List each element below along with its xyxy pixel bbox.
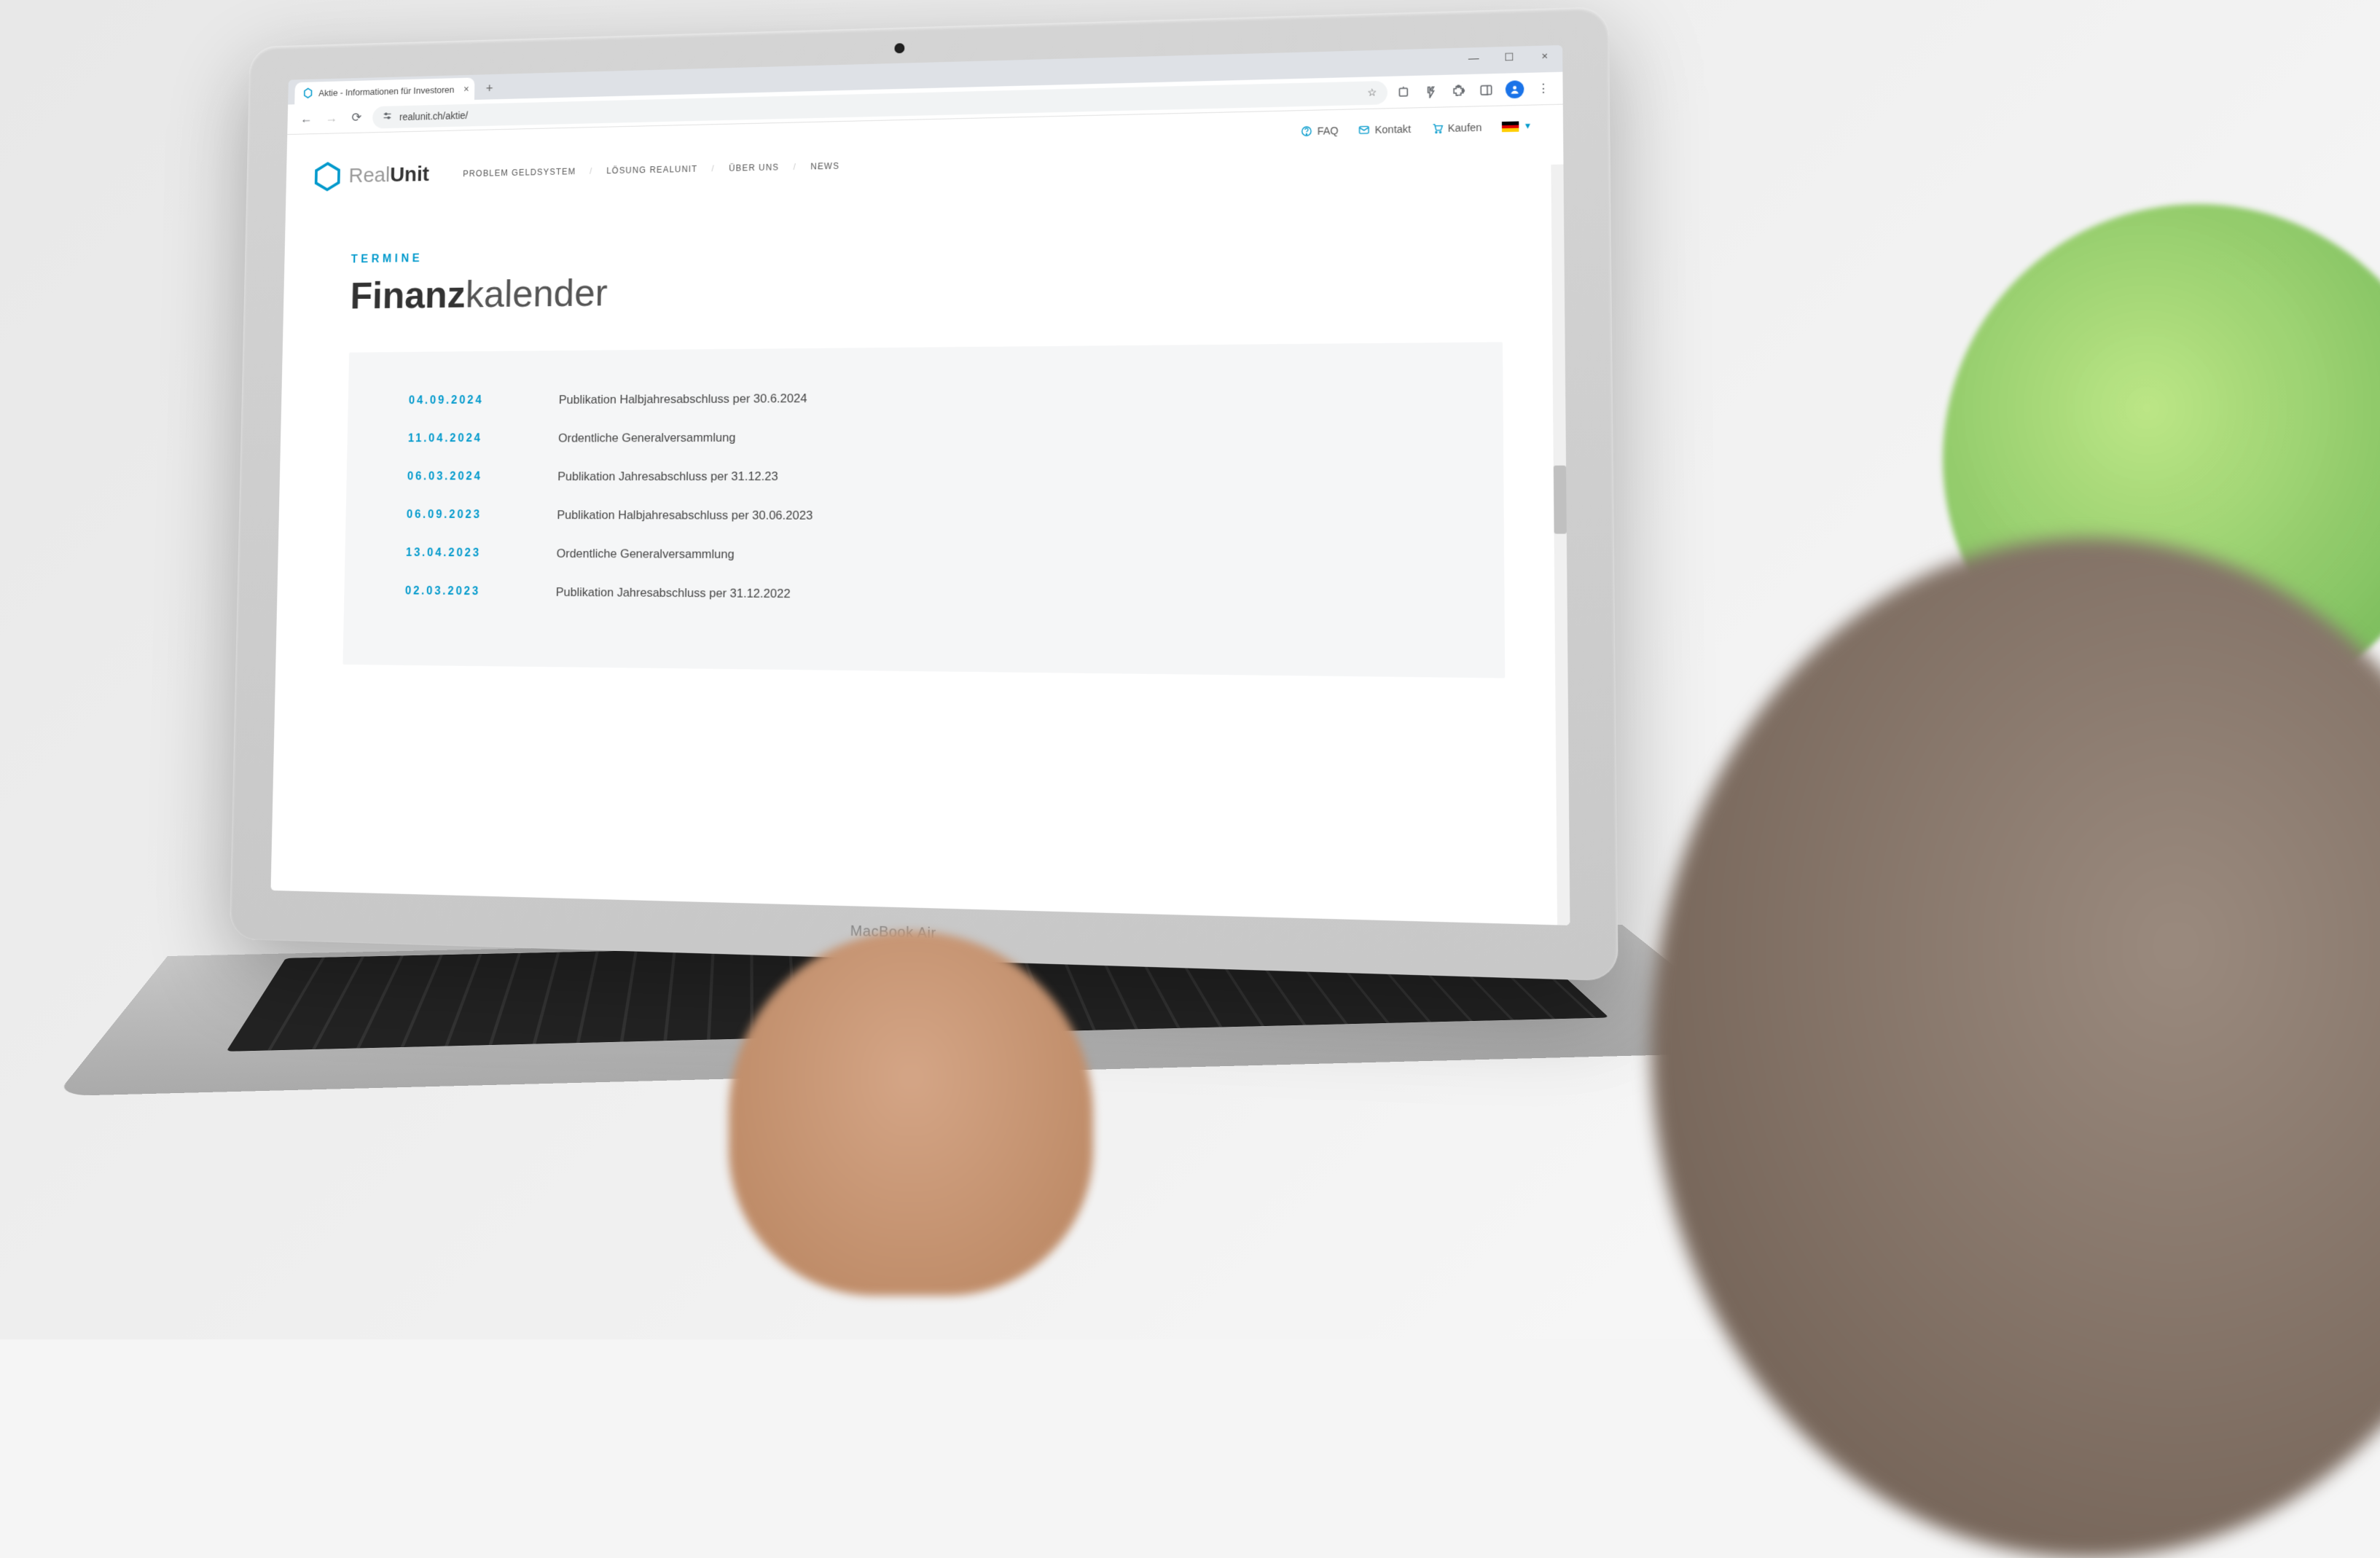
laptop-bezel: MacBook Air Aktie - Informationen für In… xyxy=(230,7,1618,981)
mail-icon xyxy=(1358,124,1371,136)
calendar-date: 13.04.2023 xyxy=(406,547,509,560)
chevron-down-icon: ▼ xyxy=(1524,122,1532,131)
help-icon xyxy=(1301,125,1313,137)
scroll-thumb[interactable] xyxy=(1554,466,1567,534)
kontakt-link[interactable]: Kontakt xyxy=(1358,123,1412,136)
extensions-puzzle-icon[interactable] xyxy=(1450,82,1467,99)
extension-icon-1[interactable] xyxy=(1395,84,1412,101)
laptop-camera xyxy=(894,43,904,53)
browser-tab[interactable]: Aktie - Informationen für Investoren × xyxy=(294,77,474,104)
kontakt-label: Kontakt xyxy=(1375,123,1412,136)
bookmark-star-icon[interactable]: ☆ xyxy=(1367,86,1377,98)
main-nav: PROBLEM GELDSYSTEM / LÖSUNG REALUNIT / Ü… xyxy=(463,161,839,179)
calendar-date: 06.03.2024 xyxy=(407,471,510,484)
page-content: FAQ Kontakt Kaufen ▼ xyxy=(271,105,1570,925)
cart-icon xyxy=(1431,122,1444,135)
page-heading: Finanzkalender xyxy=(350,258,1503,318)
maximize-button[interactable]: ☐ xyxy=(1491,46,1527,68)
calendar-row: 13.04.2023 Ordentliche Generalversammlun… xyxy=(406,546,1434,565)
back-button[interactable]: ← xyxy=(297,109,316,129)
calendar-row: 06.09.2023 Publikation Halbjahresabschlu… xyxy=(407,508,1434,525)
site-logo[interactable]: RealUnit xyxy=(313,159,429,192)
calendar-desc: Ordentliche Generalversammlung xyxy=(558,431,736,445)
new-tab-button[interactable]: + xyxy=(479,78,498,98)
kaufen-link[interactable]: Kaufen xyxy=(1431,122,1482,135)
calendar-row: 11.04.2024 Ordentliche Generalversammlun… xyxy=(408,428,1434,446)
logo-text: RealUnit xyxy=(348,163,429,188)
window-controls: — ☐ × xyxy=(1456,45,1562,68)
decorative-hand xyxy=(729,931,1093,1296)
side-panel-icon[interactable] xyxy=(1478,82,1495,98)
tab-title: Aktie - Informationen für Investoren xyxy=(318,84,455,98)
nav-problem[interactable]: PROBLEM GELDSYSTEM xyxy=(463,167,576,179)
profile-avatar[interactable] xyxy=(1506,80,1524,98)
calendar-desc: Publikation Halbjahresabschluss per 30.6… xyxy=(559,391,807,407)
tab-close-icon[interactable]: × xyxy=(463,83,469,94)
main-content: TERMINE Finanzkalender 04.09.2024 Publik… xyxy=(275,182,1568,694)
nav-news[interactable]: NEWS xyxy=(810,161,839,172)
calendar-desc: Publikation Halbjahresabschluss per 30.0… xyxy=(557,508,813,522)
laptop: MacBook Air Aktie - Informationen für In… xyxy=(230,7,1618,981)
calendar-row: 04.09.2024 Publikation Halbjahresabschlu… xyxy=(409,388,1433,408)
kebab-menu-icon[interactable]: ⋮ xyxy=(1535,80,1552,97)
calendar-date: 02.03.2023 xyxy=(405,585,508,599)
decorative-person xyxy=(1651,538,2380,1558)
calendar-row: 02.03.2023 Publikation Jahresabschluss p… xyxy=(405,584,1435,606)
logo-hexagon-icon xyxy=(313,161,342,192)
favicon-icon xyxy=(302,87,313,98)
calendar-date: 11.04.2024 xyxy=(408,432,510,445)
faq-label: FAQ xyxy=(1318,125,1339,137)
minimize-button[interactable]: — xyxy=(1456,47,1492,69)
language-selector[interactable]: ▼ xyxy=(1502,121,1532,132)
site-info-icon[interactable] xyxy=(382,110,393,123)
reload-button[interactable]: ⟳ xyxy=(347,108,366,128)
flag-de-icon xyxy=(1502,121,1519,132)
calendar-desc: Ordentliche Generalversammlung xyxy=(556,547,734,562)
screen: Aktie - Informationen für Investoren × +… xyxy=(271,45,1570,925)
scene: MacBook Air Aktie - Informationen für In… xyxy=(0,0,2380,1339)
nav-divider: / xyxy=(590,166,592,176)
faq-link[interactable]: FAQ xyxy=(1301,125,1339,137)
kaufen-label: Kaufen xyxy=(1448,122,1482,134)
calendar-desc: Publikation Jahresabschluss per 31.12.23 xyxy=(557,469,778,484)
extension-icon-2[interactable] xyxy=(1422,83,1439,100)
calendar-date: 06.09.2023 xyxy=(407,509,509,522)
nav-ueber-uns[interactable]: ÜBER UNS xyxy=(729,163,779,173)
close-window-button[interactable]: × xyxy=(1527,45,1562,67)
calendar-date: 04.09.2024 xyxy=(409,394,511,407)
nav-divider: / xyxy=(711,163,715,173)
nav-loesung[interactable]: LÖSUNG REALUNIT xyxy=(606,164,697,176)
toolbar-icons: ⋮ xyxy=(1395,79,1551,101)
scrollbar[interactable] xyxy=(1551,165,1570,925)
calendar-desc: Publikation Jahresabschluss per 31.12.20… xyxy=(556,585,791,601)
calendar-panel: 04.09.2024 Publikation Halbjahresabschlu… xyxy=(342,342,1505,678)
forward-button[interactable]: → xyxy=(322,109,341,128)
calendar-row: 06.03.2024 Publikation Jahresabschluss p… xyxy=(407,469,1434,484)
nav-divider: / xyxy=(793,162,796,172)
